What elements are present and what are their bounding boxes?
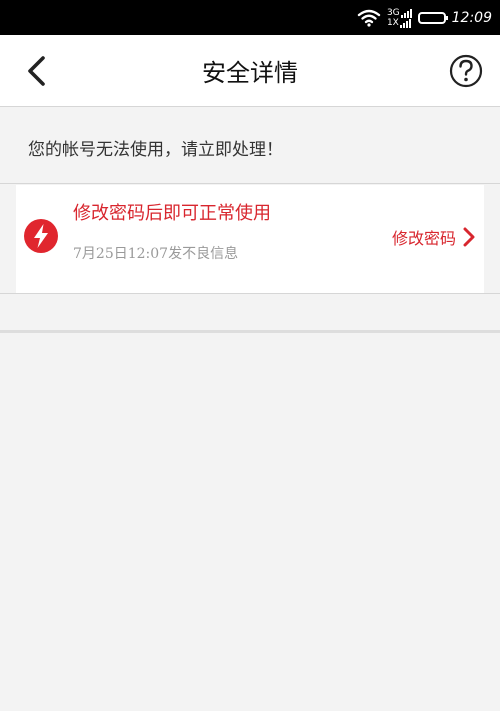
back-button[interactable] — [16, 49, 56, 93]
section-divider — [0, 293, 500, 294]
notice-text: 您的帐号无法使用，请立即处理！ — [28, 140, 283, 160]
wifi-icon — [357, 9, 381, 27]
lightning-bolt-icon — [24, 219, 58, 253]
change-password-label: 修改密码 — [391, 229, 456, 248]
chevron-right-icon — [463, 227, 475, 247]
status-time: 12:09 — [451, 10, 492, 26]
alert-time: 7月25日12:07发不良信息 — [73, 246, 239, 262]
alert-card[interactable]: 修改密码后即可正常使用 7月25日12:07发不良信息 修改密码 — [16, 185, 484, 293]
help-button[interactable] — [448, 53, 484, 89]
network-indicator: 3G 1X — [387, 8, 412, 28]
chevron-left-icon — [28, 56, 45, 86]
status-bar: 3G 1X 12:09 — [0, 0, 500, 35]
question-circle-icon — [449, 54, 483, 88]
section-divider — [0, 330, 500, 333]
change-password-button[interactable]: 修改密码 — [392, 225, 476, 249]
app-header: 安全详情 — [0, 35, 500, 107]
network-type-bottom: 1X — [386, 18, 399, 28]
status-indicators: 3G 1X 12:09 — [357, 6, 492, 30]
battery-icon — [417, 12, 448, 24]
network-type-top: 3G — [386, 8, 400, 18]
alert-title: 修改密码后即可正常使用 — [73, 203, 271, 224]
notice-section: 您的帐号无法使用，请立即处理！ — [0, 107, 500, 184]
page-title: 安全详情 — [202, 59, 298, 87]
